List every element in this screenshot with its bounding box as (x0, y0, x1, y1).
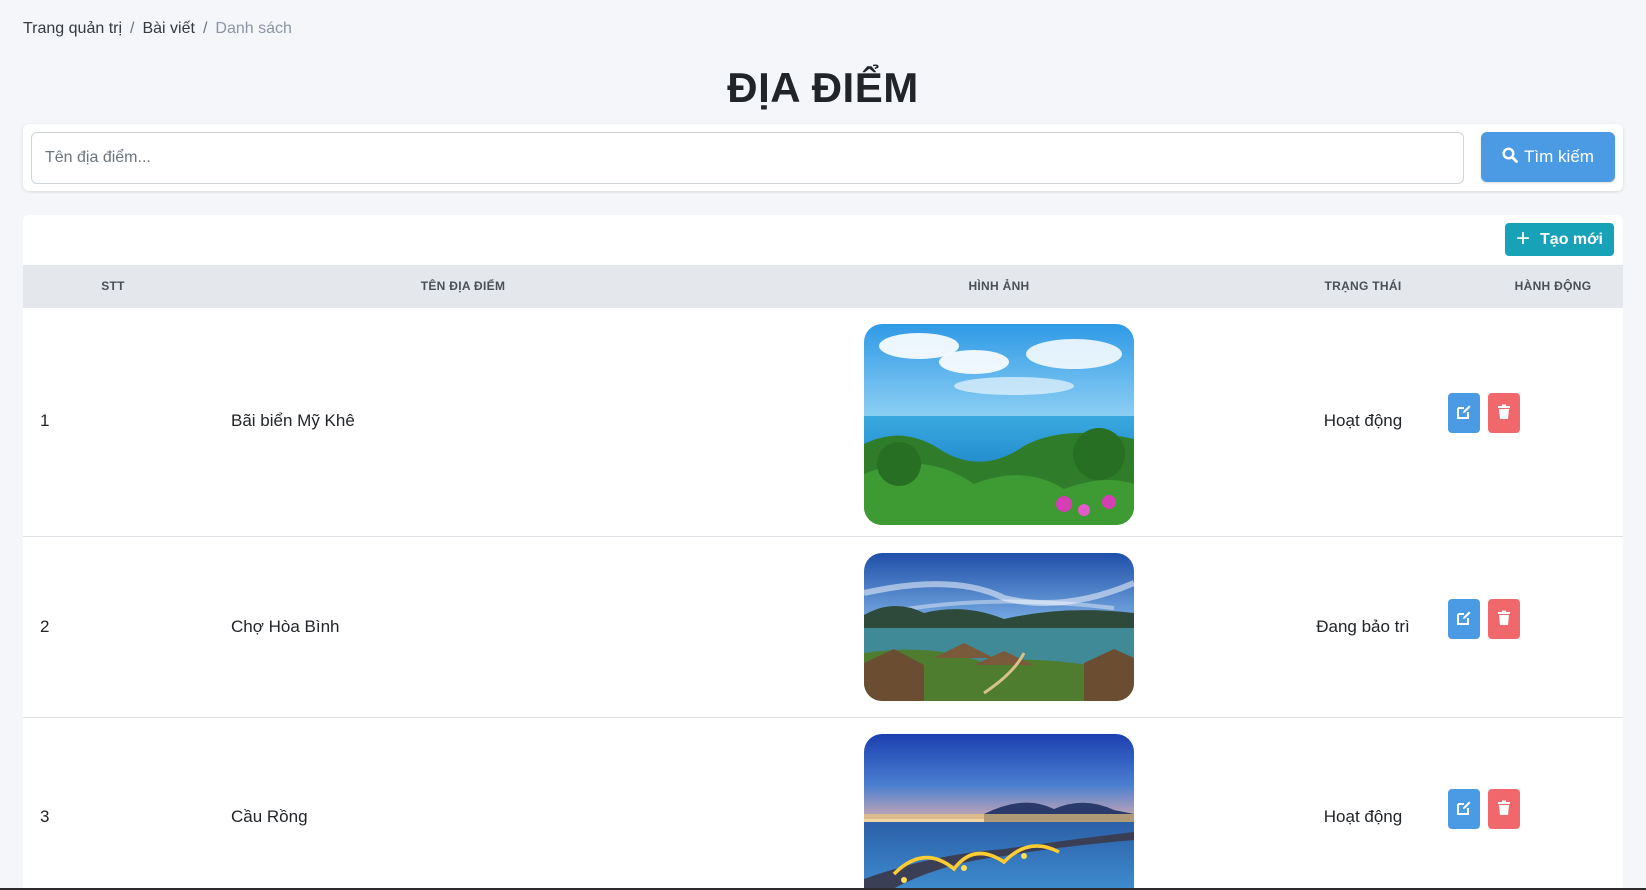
edit-icon (1456, 800, 1472, 819)
delete-button[interactable] (1488, 789, 1520, 829)
edit-button[interactable] (1448, 599, 1480, 639)
column-header-name: TÊN ĐỊA ĐIỂM (420, 279, 506, 293)
location-image (864, 734, 1134, 890)
trash-icon (1497, 800, 1511, 819)
trash-icon (1497, 610, 1511, 629)
breadcrumb-separator: / (130, 20, 135, 37)
row-index: 2 (40, 617, 50, 636)
plus-icon: + (1516, 224, 1531, 252)
create-new-button[interactable]: + Tạo mới (1505, 223, 1614, 256)
status-text: Hoạt động (1323, 807, 1403, 826)
status-text: Hoạt động (1323, 411, 1403, 430)
breadcrumb-item-posts[interactable]: Bài viết (142, 20, 194, 38)
search-button[interactable]: Tìm kiếm (1481, 132, 1615, 182)
table-row: 1 Bãi biển Mỹ Khê Hoạt động (23, 308, 1623, 537)
edit-button[interactable] (1448, 393, 1480, 433)
status-text: Đang bảo trì (1316, 617, 1410, 636)
edit-button[interactable] (1448, 789, 1480, 829)
edit-icon (1456, 610, 1472, 629)
trash-icon (1497, 404, 1511, 423)
search-icon (1502, 146, 1518, 168)
table-header: STT TÊN ĐỊA ĐIỂM HÌNH ẢNH TRẠNG THÁI HÀN… (23, 265, 1623, 308)
create-new-label: Tạo mới (1540, 230, 1603, 248)
column-header-actions: HÀNH ĐỘNG (1514, 279, 1592, 293)
table-row: 3 Cầu Rồng Hoạt động (23, 718, 1623, 890)
locations-table-card: + Tạo mới STT TÊN ĐỊA ĐIỂM HÌNH ẢNH TRẠN… (23, 215, 1623, 890)
breadcrumb: Trang quản trị / Bài viết / Danh sách (23, 20, 292, 38)
location-name: Cầu Rồng (231, 807, 308, 826)
search-button-label: Tìm kiếm (1524, 147, 1594, 166)
search-input[interactable] (31, 132, 1464, 184)
search-panel: Tìm kiếm (23, 124, 1623, 191)
table-row: 2 Chợ Hòa Bình Đang bảo trì (23, 537, 1623, 718)
delete-button[interactable] (1488, 393, 1520, 433)
breadcrumb-item-admin[interactable]: Trang quản trị (23, 20, 122, 38)
breadcrumb-current: Danh sách (215, 20, 292, 37)
row-index: 1 (40, 411, 50, 430)
location-name: Bãi biển Mỹ Khê (231, 411, 355, 430)
column-header-stt: STT (101, 279, 125, 293)
row-index: 3 (40, 807, 50, 826)
breadcrumb-separator: / (202, 20, 208, 37)
location-image (864, 553, 1134, 701)
edit-icon (1456, 404, 1472, 423)
location-image (864, 324, 1134, 525)
page-title: ĐỊA ĐIỂM (727, 64, 919, 111)
delete-button[interactable] (1488, 599, 1520, 639)
column-header-image: HÌNH ẢNH (968, 279, 1030, 293)
column-header-status: TRẠNG THÁI (1324, 279, 1402, 293)
location-name: Chợ Hòa Bình (231, 617, 340, 636)
